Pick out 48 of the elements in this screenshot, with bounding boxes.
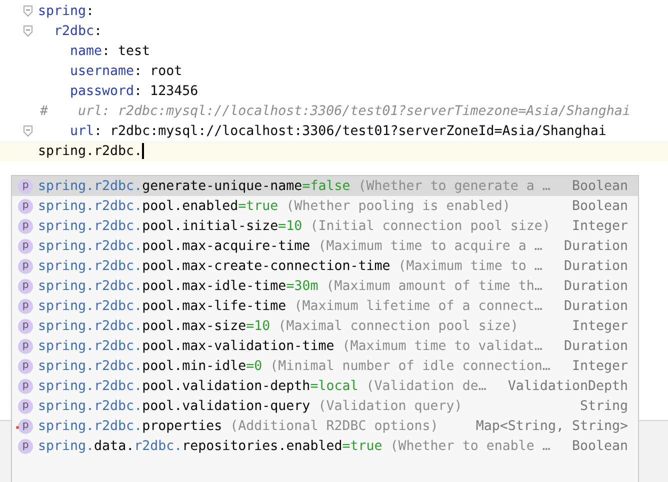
yaml-key: url [70,124,94,138]
property-icon: p [18,258,33,274]
property-icon: p [18,398,33,414]
property-icon: p [18,238,33,254]
yaml-key: r2dbc [54,24,94,38]
comment-marker: # [40,104,48,118]
completion-item[interactable]: p spring.r2dbc.pool.validation-query (Validation query) String [12,396,638,416]
colon: : [94,24,102,38]
property-icon: p [18,298,33,314]
yaml-key: spring [38,4,86,18]
yaml-value: : r2dbc:mysql://localhost:3306/test01?serverZoneId=Asia/Shanghai [94,124,606,138]
completion-item[interactable]: p spring.r2dbc.pool.enabled=true (Whether pooling is enabled) Boolean [12,196,638,216]
yaml-key: name [70,44,102,58]
property-icon: p [18,378,33,394]
fold-icon[interactable] [23,5,33,17]
completion-item[interactable]: p spring.r2dbc.pool.max-size=10 (Maximal connection pool size) Integer [12,316,638,336]
completion-item[interactable]: p spring.r2dbc.properties (Additional R2DBC options) Map<String, String> [12,416,638,436]
property-icon: p [18,318,33,334]
yaml-key: username [70,64,134,78]
text-caret [142,143,144,159]
property-icon: p [18,338,33,354]
typed-text: spring.r2dbc. [38,144,142,158]
property-icon: p [18,438,33,454]
completion-item[interactable]: p spring.r2dbc.pool.validation-depth=local (Validation de… ValidationDepth [12,376,638,396]
completion-item[interactable]: p spring.r2dbc.pool.max-idle-time=30m (Maximum amount of time th… Duration [12,276,638,296]
completion-item[interactable]: p spring.r2dbc.pool.max-validation-time (Maximum time to validat… Duration [12,336,638,356]
yaml-value: : root [134,64,182,78]
property-icon: p [18,278,33,294]
completion-item[interactable]: p spring.data.r2dbc.repositories.enabled=true (Whether to enable … Boolean [12,436,638,456]
property-icon: p [18,418,33,434]
commented-line: url: r2dbc:mysql://localhost:3306/test01?serverTimezone=Asia/Shanghai [77,104,630,118]
completion-item[interactable]: p spring.r2dbc.pool.initial-size=10 (Initial connection pool size) Integer [12,216,638,236]
fold-icon[interactable] [23,125,33,137]
completion-item[interactable]: p spring.r2dbc.generate-unique-name=false (Whether to generate a … Boolean [12,176,638,196]
completion-item[interactable]: p spring.r2dbc.pool.min-idle=0 (Minimal number of idle connection… Integer [12,356,638,376]
yaml-value: : test [102,44,150,58]
yaml-key: password [70,84,134,98]
fold-icon[interactable] [23,25,33,37]
property-icon: p [18,198,33,214]
property-icon: p [18,178,33,194]
completion-item[interactable]: p spring.r2dbc.pool.max-life-time (Maximum lifetime of a connect… Duration [12,296,638,316]
modified-dot [16,426,19,428]
property-icon: p [18,358,33,374]
colon: : [86,4,94,18]
property-icon: p [18,218,33,234]
completion-item[interactable]: p spring.r2dbc.pool.max-create-connection-time (Maximum time to … Duration [12,256,638,276]
completion-item[interactable]: p spring.r2dbc.pool.max-acquire-time (Maximum time to acquire a … Duration [12,236,638,256]
yaml-value: : 123456 [134,84,198,98]
